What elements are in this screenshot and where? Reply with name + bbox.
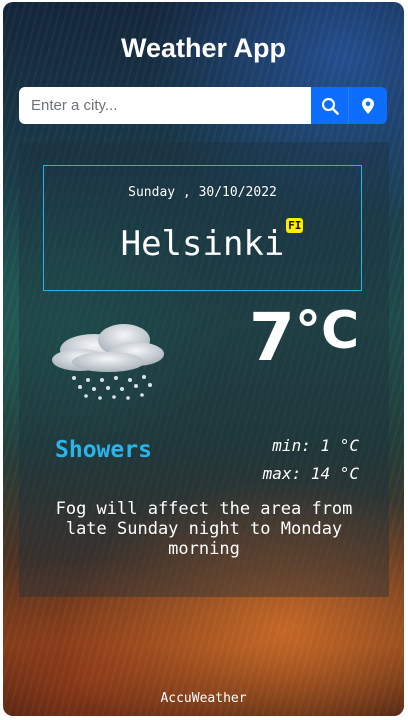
search-bar xyxy=(19,87,387,124)
max-temperature: max: 14 °C xyxy=(262,464,359,483)
country-badge: FI xyxy=(286,218,304,233)
temperature: 7°C xyxy=(249,305,359,371)
weather-condition: Showers xyxy=(55,437,152,463)
city-name: Helsinki xyxy=(120,224,285,264)
city-heading: Helsinki FI xyxy=(44,218,361,264)
min-temperature: min: 1 °C xyxy=(272,436,359,455)
showers-icon xyxy=(52,324,164,400)
app-title: Weather App xyxy=(120,33,287,63)
temperature-unit: °C xyxy=(294,301,360,361)
city-search-input[interactable] xyxy=(19,87,311,124)
forecast-date: Sunday , 30/10/2022 xyxy=(128,185,277,200)
forecast-description: Fog will affect the area from late Sunda… xyxy=(55,499,353,559)
location-card: Sunday , 30/10/2022 Helsinki FI xyxy=(43,165,362,291)
location-pin-icon xyxy=(362,97,374,114)
app-screen: Weather App Sunday , 30/10/2022 Helsinki… xyxy=(3,2,404,716)
city-name-wrap: Helsinki FI xyxy=(120,218,304,264)
search-icon xyxy=(321,97,339,115)
weather-panel: Sunday , 30/10/2022 Helsinki FI 7°C Show… xyxy=(19,142,389,597)
search-button[interactable] xyxy=(311,87,349,124)
footer-credit: AccuWeather xyxy=(160,691,247,706)
location-button[interactable] xyxy=(349,87,387,124)
temperature-value: 7 xyxy=(249,299,295,376)
